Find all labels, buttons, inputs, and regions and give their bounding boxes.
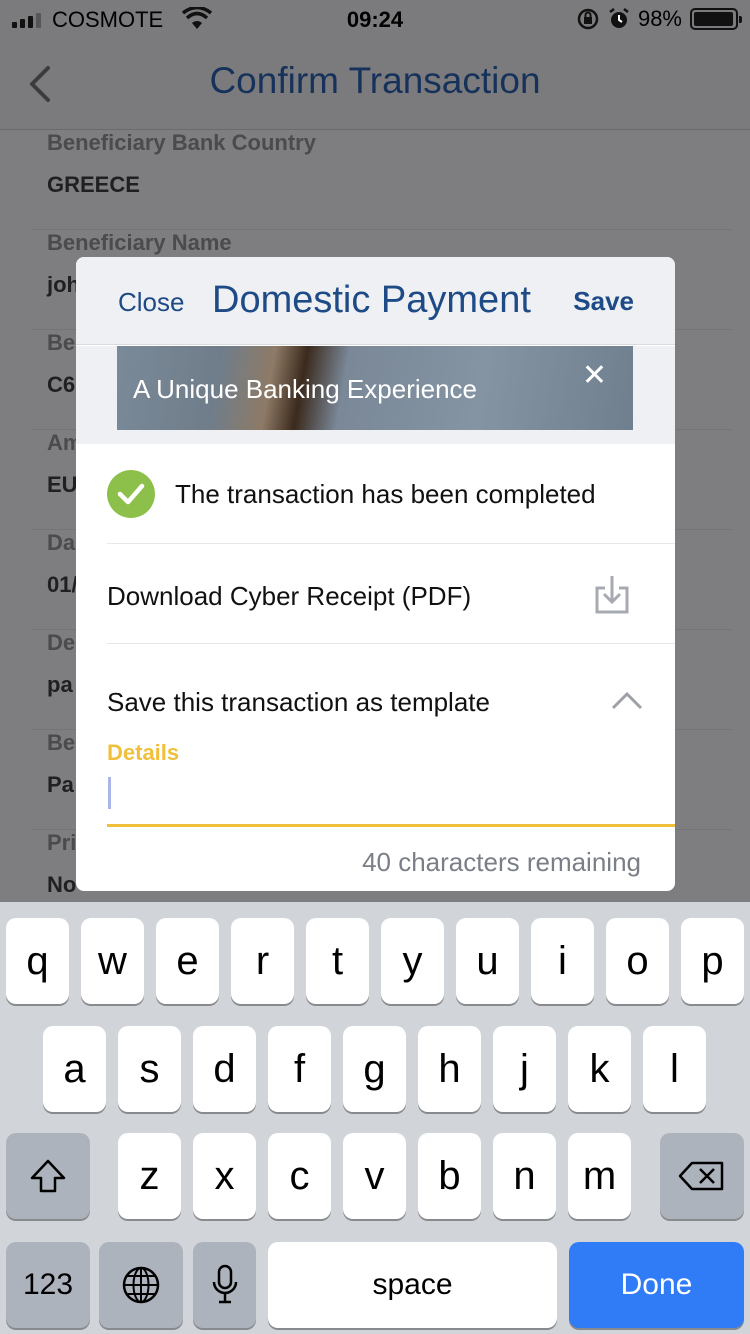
- detail-value: pa: [47, 672, 73, 697]
- detail-label: Pri: [47, 830, 77, 855]
- battery-percent: 98%: [637, 6, 682, 31]
- shift-icon: [30, 1159, 66, 1193]
- key-r[interactable]: r: [231, 918, 294, 1004]
- detail-value: GREECE: [47, 172, 140, 197]
- save-button[interactable]: Save: [573, 286, 634, 317]
- key-j[interactable]: j: [493, 1026, 556, 1112]
- key-v[interactable]: v: [343, 1133, 406, 1219]
- checkmark-circle-icon: [107, 470, 155, 518]
- detail-value: EU: [47, 472, 78, 497]
- download-receipt-label: Download Cyber Receipt (PDF): [107, 581, 472, 611]
- battery-icon: [690, 8, 742, 30]
- backspace-icon: [678, 1161, 724, 1191]
- space-key[interactable]: space: [268, 1242, 557, 1328]
- key-t[interactable]: t: [306, 918, 369, 1004]
- status-text: The transaction has been completed: [175, 479, 596, 509]
- key-w[interactable]: w: [81, 918, 144, 1004]
- detail-label: De: [47, 630, 76, 655]
- key-c[interactable]: c: [268, 1133, 331, 1219]
- key-i[interactable]: i: [531, 918, 594, 1004]
- download-icon[interactable]: [595, 574, 629, 614]
- key-l[interactable]: l: [643, 1026, 706, 1112]
- modal-header: Close Domestic Payment Save: [76, 257, 675, 345]
- key-e[interactable]: e: [156, 918, 219, 1004]
- payment-modal: Close Domestic Payment Save A Unique Ban…: [76, 257, 675, 891]
- close-button[interactable]: Close: [118, 287, 184, 318]
- key-m[interactable]: m: [568, 1133, 631, 1219]
- alarm-icon: [609, 8, 629, 28]
- key-a[interactable]: a: [43, 1026, 106, 1112]
- done-key[interactable]: Done: [569, 1242, 744, 1328]
- key-o[interactable]: o: [606, 918, 669, 1004]
- detail-label: Be: [47, 730, 76, 755]
- detail-value: C6: [47, 372, 76, 397]
- promo-banner[interactable]: A Unique Banking Experience ✕: [117, 346, 633, 430]
- detail-label: Da: [47, 530, 76, 555]
- detail-label: Beneficiary Bank Country: [47, 130, 316, 155]
- details-input[interactable]: [107, 767, 675, 827]
- detail-value: 01/: [47, 572, 78, 597]
- details-label: Details: [107, 740, 180, 765]
- save-template-row[interactable]: Save this transaction as template: [107, 644, 675, 759]
- backspace-key[interactable]: [660, 1133, 744, 1219]
- keyboard: q w e r t y u i o p a s d f g h j k l z …: [0, 902, 750, 1334]
- key-n[interactable]: n: [493, 1133, 556, 1219]
- text-cursor: [108, 777, 111, 809]
- detail-label: Beneficiary Name: [47, 230, 232, 255]
- close-icon[interactable]: ✕: [582, 358, 607, 393]
- microphone-icon: [212, 1264, 237, 1304]
- page-title: Confirm Transaction: [209, 60, 541, 101]
- download-receipt-row[interactable]: Download Cyber Receipt (PDF): [107, 544, 675, 644]
- key-q[interactable]: q: [6, 918, 69, 1004]
- save-template-label: Save this transaction as template: [107, 687, 490, 717]
- key-f[interactable]: f: [268, 1026, 331, 1112]
- key-k[interactable]: k: [568, 1026, 631, 1112]
- detail-row: Beneficiary Bank Country GREECE: [32, 130, 732, 230]
- key-b[interactable]: b: [418, 1133, 481, 1219]
- status-bar: COSMOTE 09:24 98%: [0, 0, 750, 40]
- key-h[interactable]: h: [418, 1026, 481, 1112]
- key-u[interactable]: u: [456, 918, 519, 1004]
- chevron-up-icon[interactable]: [611, 690, 643, 710]
- numbers-key[interactable]: 123: [6, 1242, 90, 1328]
- key-z[interactable]: z: [118, 1133, 181, 1219]
- navigation-bar: Confirm Transaction: [0, 40, 750, 130]
- globe-icon: [122, 1266, 160, 1304]
- key-p[interactable]: p: [681, 918, 744, 1004]
- key-y[interactable]: y: [381, 918, 444, 1004]
- globe-key[interactable]: [99, 1242, 183, 1328]
- modal-title: Domestic Payment: [212, 279, 531, 321]
- status-row: The transaction has been completed: [107, 444, 675, 544]
- detail-label: Be: [47, 330, 76, 355]
- dictation-key[interactable]: [193, 1242, 256, 1328]
- banner-area: A Unique Banking Experience ✕: [76, 346, 675, 444]
- key-g[interactable]: g: [343, 1026, 406, 1112]
- shift-key[interactable]: [6, 1133, 90, 1219]
- key-d[interactable]: d: [193, 1026, 256, 1112]
- key-s[interactable]: s: [118, 1026, 181, 1112]
- key-x[interactable]: x: [193, 1133, 256, 1219]
- characters-remaining: 40 characters remaining: [362, 847, 641, 877]
- banner-text: A Unique Banking Experience: [133, 374, 478, 404]
- detail-value: Pa: [47, 772, 74, 797]
- orientation-lock-icon: [577, 8, 599, 30]
- detail-value: No: [47, 872, 77, 897]
